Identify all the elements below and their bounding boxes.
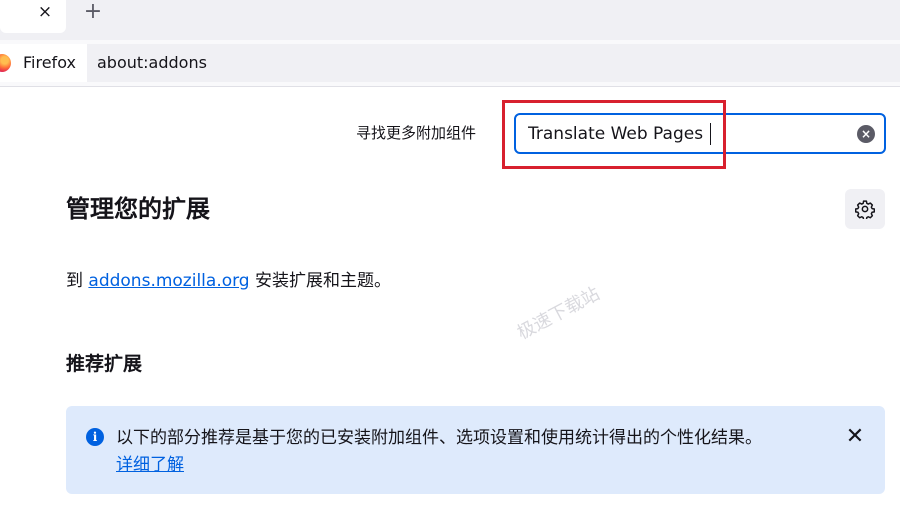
watermark-text: 极速下载站	[513, 283, 604, 345]
new-tab-plus-icon[interactable]: +	[82, 0, 104, 24]
amo-link[interactable]: addons.mozilla.org	[88, 271, 249, 291]
addons-search-input[interactable]	[528, 122, 828, 146]
tab-close-icon[interactable]: ×	[36, 2, 54, 22]
search-label: 寻找更多附加组件	[356, 124, 477, 142]
section-title-recommended: 推荐扩展	[66, 353, 143, 375]
notice-text: 以下的部分推荐是基于您的已安装附加组件、选项设置和使用统计得出的个性化结果。	[116, 428, 762, 448]
intro-suffix: 安装扩展和主题。	[249, 271, 392, 291]
tab-strip: × +	[0, 0, 900, 40]
identity-box[interactable]: Firefox	[0, 44, 87, 82]
identity-label: Firefox	[23, 53, 76, 72]
intro-prefix: 到	[66, 271, 89, 291]
tools-gear-button[interactable]	[845, 189, 885, 229]
url-text[interactable]: about:addons	[97, 53, 207, 73]
intro-text: 到 addons.mozilla.org 安装扩展和主题。	[66, 269, 391, 293]
nav-bar: Firefox about:addons	[0, 40, 900, 86]
tab-active[interactable]: ×	[0, 0, 66, 33]
info-icon: i	[86, 428, 104, 446]
gear-icon	[855, 200, 875, 219]
text-caret	[710, 123, 711, 145]
clear-search-icon[interactable]: ×	[857, 125, 875, 143]
page-title: 管理您的扩展	[66, 195, 210, 223]
recommendation-notice: i 以下的部分推荐是基于您的已安装附加组件、选项设置和使用统计得出的个性化结果。…	[66, 406, 885, 494]
notice-close-icon[interactable]: ✕	[842, 424, 868, 450]
firefox-logo-icon	[0, 54, 11, 72]
learn-more-link[interactable]: 详细了解	[116, 453, 184, 477]
addons-search-box[interactable]: ×	[514, 113, 886, 154]
nav-bar-divider	[0, 86, 900, 87]
